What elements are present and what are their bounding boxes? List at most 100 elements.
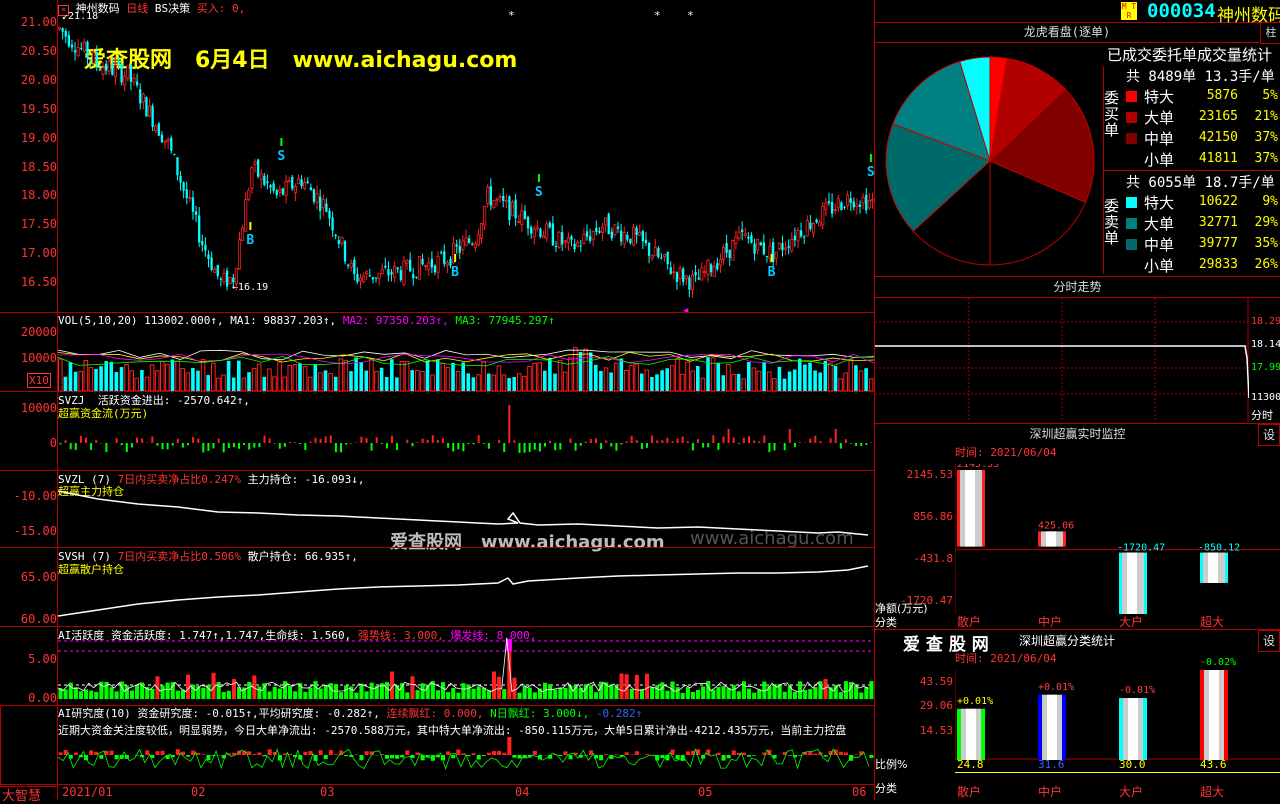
candle-body xyxy=(164,141,166,142)
candle-body xyxy=(626,235,628,240)
price-tick: 20.50 xyxy=(0,44,57,58)
volume-bar xyxy=(242,378,246,391)
ai-active-bar xyxy=(441,682,445,699)
mtr-badge[interactable]: M T R xyxy=(1121,2,1137,20)
legend-name: 小单 xyxy=(1144,149,1174,170)
candle-body xyxy=(359,278,361,281)
ai-active-bar xyxy=(635,675,639,699)
sell-side-label: 委卖单 xyxy=(1104,198,1120,246)
ai-active-bar xyxy=(752,693,756,699)
intraday-axis: 17.99 xyxy=(1251,362,1280,373)
monitor-axis: -431.8 xyxy=(877,552,953,565)
volume-bar xyxy=(303,367,307,391)
volume-bar xyxy=(477,375,481,391)
volume-bar xyxy=(864,368,868,391)
svzj-bar xyxy=(860,443,862,446)
volume-bar xyxy=(650,377,654,391)
candle-body xyxy=(356,274,358,282)
stats-underline xyxy=(955,772,1280,773)
candle-body xyxy=(148,106,150,116)
volume-bar xyxy=(757,371,761,391)
volume-bar xyxy=(778,367,782,391)
candle-body xyxy=(425,265,427,266)
research-bar xyxy=(59,752,63,755)
volume-bar xyxy=(385,377,389,391)
research-bar xyxy=(99,755,103,759)
svzj-bar xyxy=(447,443,449,448)
svzj-bar xyxy=(427,440,429,443)
candle-body xyxy=(809,222,811,229)
volume-bar xyxy=(803,365,807,391)
candle-body xyxy=(86,42,88,59)
volume-bar xyxy=(319,373,323,391)
candle-body xyxy=(238,240,240,269)
volume-bar xyxy=(329,373,333,391)
research-bar xyxy=(635,751,639,755)
candle-body xyxy=(533,229,535,237)
svzj-bar xyxy=(615,443,617,451)
ai-active-bar xyxy=(864,687,868,699)
svzj-bar xyxy=(733,438,735,443)
volume-bar xyxy=(589,352,593,391)
volume-bar xyxy=(869,379,873,391)
volume-bar xyxy=(263,377,267,391)
svzj-bar xyxy=(850,443,852,444)
monitor-category: 中户 xyxy=(1038,613,1062,630)
candle-body xyxy=(418,257,420,280)
candle-body xyxy=(387,269,389,275)
tab-zhu[interactable]: 柱 xyxy=(1260,22,1280,44)
monitor-bar-highlight xyxy=(1127,553,1137,614)
stats-value-label: 43.6 xyxy=(1200,758,1227,771)
candle-body xyxy=(778,243,780,248)
monitor-settings-button[interactable]: 设 xyxy=(1258,424,1280,446)
candle-body xyxy=(620,231,622,242)
candle-body xyxy=(325,203,327,211)
candle-body xyxy=(235,269,237,284)
svzj-bar xyxy=(121,443,123,445)
research-bar xyxy=(681,755,685,761)
stats-settings-button[interactable]: 设 xyxy=(1258,630,1280,652)
ai-active-bar xyxy=(308,687,312,699)
research-bar xyxy=(686,751,690,755)
legend-swatch xyxy=(1126,91,1137,102)
ai-active-bar xyxy=(701,686,705,699)
svsh-axis-a: 65.00 xyxy=(0,570,57,584)
volume-bar xyxy=(110,362,114,391)
svzj-bar xyxy=(702,443,704,448)
stats-category: 大户 xyxy=(1119,783,1143,800)
candle-body xyxy=(595,228,597,232)
svzj-bar xyxy=(116,438,118,443)
dragon-pie-chart xyxy=(883,54,1097,268)
svzj-bar xyxy=(95,440,97,443)
candle-body xyxy=(300,179,302,186)
candle-body xyxy=(729,250,731,258)
candle-body xyxy=(806,220,808,235)
volume-bar xyxy=(665,368,669,391)
volume-bar xyxy=(482,362,486,391)
candle-body xyxy=(117,61,119,64)
candle-body xyxy=(667,252,669,264)
svzj-bar xyxy=(187,443,189,445)
research-bar xyxy=(390,755,394,758)
ai-active-bar xyxy=(115,691,119,699)
candle-body xyxy=(409,260,411,272)
svzj-bar xyxy=(131,443,133,447)
svzj-bar xyxy=(315,438,317,443)
legend-name: 大单 xyxy=(1144,107,1174,128)
svzj-bar xyxy=(182,443,184,448)
stats-ylabel: 比例% xyxy=(875,756,907,772)
volume-ma-line xyxy=(58,354,874,364)
ai-active-bar xyxy=(161,686,165,699)
stats-value-label: 24.8 xyxy=(957,758,984,771)
svzj-bar xyxy=(207,443,209,451)
ai-active-bar xyxy=(676,687,680,699)
svzj-bar xyxy=(289,442,291,443)
svzj-bar xyxy=(651,435,653,443)
volume-bar xyxy=(416,371,420,391)
volume-bar xyxy=(79,372,83,391)
volume-bar xyxy=(227,361,231,391)
candle-body xyxy=(65,31,67,37)
stats-change-label: +0.01% xyxy=(957,696,993,707)
legend-pct: 5% xyxy=(1242,88,1278,103)
research-bar xyxy=(727,755,731,758)
